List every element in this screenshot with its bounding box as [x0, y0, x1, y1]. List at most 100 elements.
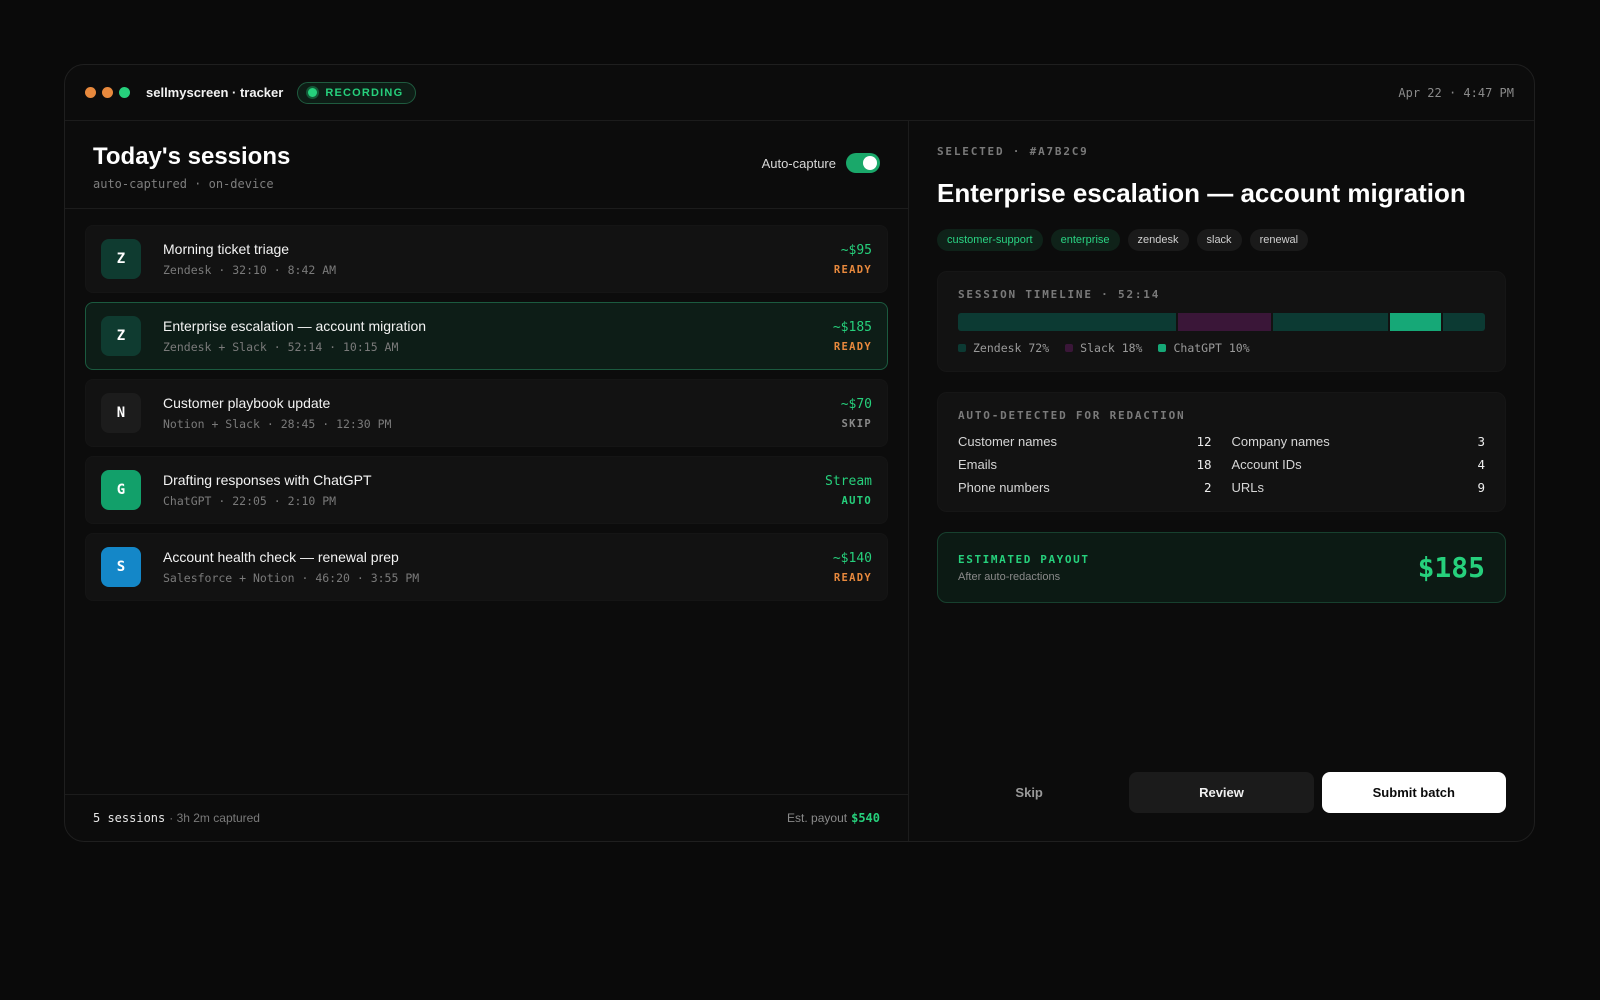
- session-title: Enterprise escalation — account migratio…: [163, 318, 427, 334]
- page-subtitle: auto-captured · on-device: [93, 177, 274, 191]
- redaction-count: 18: [1196, 457, 1212, 472]
- toggle-knob: [863, 156, 877, 170]
- session-info: Account health check — renewal prep Sales…: [163, 549, 833, 585]
- session-row[interactable]: S Account health check — renewal prep Sale…: [85, 533, 888, 601]
- session-meta: Notion + Slack · 28:45 · 12:30 PM: [163, 417, 392, 431]
- window-controls: [85, 87, 130, 98]
- session-row[interactable]: Z Enterprise escalation — account migrati…: [85, 302, 888, 370]
- session-row[interactable]: G Drafting responses with ChatGPT ChatGPT …: [85, 456, 888, 524]
- legend-label: Zendesk 72%: [973, 341, 1050, 355]
- session-status: SKIP: [841, 417, 872, 430]
- skip-button[interactable]: Skip: [937, 772, 1121, 813]
- detail-panel: SELECTED · #A7B2C9 Enterprise escalation…: [909, 121, 1534, 841]
- close-dot-icon[interactable]: [85, 87, 96, 98]
- timeline-segment-zendesk: [958, 313, 1176, 331]
- app-icon: G: [101, 470, 141, 510]
- timeline-segment-zendesk: [1273, 313, 1388, 331]
- tag-chip[interactable]: slack: [1196, 229, 1242, 251]
- legend-swatch-icon: [1158, 344, 1167, 352]
- session-meta: ChatGPT · 22:05 · 2:10 PM: [163, 494, 337, 508]
- session-value: ~$70 SKIP: [841, 397, 872, 430]
- redaction-count: 3: [1477, 434, 1485, 449]
- session-value: Stream AUTO: [825, 474, 872, 507]
- selected-id: SELECTED · #A7B2C9: [937, 145, 1089, 158]
- session-meta: Zendesk · 32:10 · 8:42 AM: [163, 263, 337, 277]
- legend-item: Slack 18%: [1065, 341, 1142, 355]
- estimated-payout-card: ESTIMATED PAYOUT After auto-redactions $…: [937, 532, 1506, 603]
- tag-list: customer-support enterprise zendesk slack re…: [937, 229, 1506, 251]
- sessions-panel: Today's sessions auto-captured · on-devi…: [65, 121, 909, 841]
- redaction-row: Company names 3: [1232, 434, 1486, 449]
- session-amount: ~$95: [840, 242, 872, 258]
- session-title: Customer playbook update: [163, 395, 331, 411]
- sessions-footer: 5 sessions · 3h 2m captured Est. payout …: [65, 794, 908, 841]
- app-window: sellmyscreen · tracker RECORDING Apr 22 …: [64, 64, 1535, 842]
- minimize-dot-icon[interactable]: [102, 87, 113, 98]
- redaction-row: Account IDs 4: [1232, 457, 1486, 472]
- app-icon: Z: [101, 239, 141, 279]
- redaction-row: Emails 18: [958, 457, 1212, 472]
- session-title: Drafting responses with ChatGPT: [163, 472, 372, 488]
- session-status: READY: [833, 340, 872, 353]
- session-meta: Zendesk + Slack · 52:14 · 10:15 AM: [163, 340, 399, 354]
- action-bar: Skip Review Submit batch: [937, 772, 1506, 813]
- payout-label: ESTIMATED PAYOUT: [958, 552, 1090, 566]
- session-info: Customer playbook update Notion + Slack ·…: [163, 395, 841, 431]
- review-button[interactable]: Review: [1129, 772, 1314, 813]
- auto-capture-control: Auto-capture: [762, 153, 880, 173]
- session-meta: Salesforce + Notion · 46:20 · 3:55 PM: [163, 571, 420, 585]
- session-amount: Stream: [825, 473, 872, 489]
- redaction-row: Phone numbers 2: [958, 480, 1212, 495]
- session-status: READY: [833, 263, 872, 276]
- detail-title: Enterprise escalation — account migratio…: [937, 178, 1466, 208]
- redaction-row: URLs 9: [1232, 480, 1486, 495]
- session-count: 5 sessions: [93, 811, 166, 825]
- submit-batch-button[interactable]: Submit batch: [1321, 772, 1506, 813]
- legend-label: Slack 18%: [1080, 341, 1143, 355]
- redaction-count: 9: [1477, 480, 1485, 495]
- recording-label: RECORDING: [325, 86, 404, 99]
- session-row[interactable]: N Customer playbook update Notion + Slack …: [85, 379, 888, 447]
- redaction-count: 4: [1477, 457, 1485, 472]
- recording-badge[interactable]: RECORDING: [297, 81, 417, 104]
- app-icon: S: [101, 547, 141, 587]
- legend-swatch-icon: [958, 344, 966, 352]
- session-title: Account health check — renewal prep: [163, 549, 399, 565]
- app-icon: N: [101, 393, 141, 433]
- session-value: ~$185 READY: [833, 320, 872, 353]
- redaction-card: AUTO-DETECTED FOR REDACTION Customer nam…: [937, 392, 1506, 512]
- tag-chip[interactable]: zendesk: [1127, 229, 1189, 251]
- title-bar: sellmyscreen · tracker RECORDING Apr 22 …: [65, 65, 1534, 121]
- session-amount: ~$70: [840, 396, 872, 412]
- auto-capture-toggle[interactable]: [846, 153, 880, 173]
- redaction-count: 2: [1203, 480, 1212, 495]
- sessions-header: Today's sessions auto-captured · on-devi…: [65, 121, 908, 209]
- payout-subtext: After auto-redactions: [958, 570, 1061, 583]
- session-value: ~$95 READY: [834, 243, 872, 276]
- tag-chip[interactable]: renewal: [1249, 229, 1309, 251]
- session-status: AUTO: [841, 494, 872, 507]
- clock: Apr 22 · 4:47 PM: [1398, 85, 1514, 100]
- legend-swatch-icon: [1065, 344, 1074, 352]
- tag-chip[interactable]: customer-support: [937, 229, 1043, 251]
- session-row[interactable]: Z Morning ticket triage Zendesk · 32:10 · …: [85, 225, 888, 293]
- tag-chip[interactable]: enterprise: [1050, 229, 1120, 251]
- timeline-bar: [958, 313, 1485, 331]
- redaction-count: 12: [1196, 434, 1212, 449]
- session-value: ~$140 READY: [833, 551, 872, 584]
- redaction-name: URLs: [1231, 480, 1265, 495]
- session-timeline-card: SESSION TIMELINE · 52:14 Zendesk 72% Slac…: [937, 271, 1506, 372]
- session-info: Enterprise escalation — account migratio…: [163, 318, 833, 354]
- payout-amount: $185: [1417, 551, 1485, 584]
- redaction-name: Customer names: [958, 434, 1057, 449]
- redaction-row: Customer names 12: [958, 434, 1212, 449]
- timeline-label: SESSION TIMELINE · 52:14: [958, 288, 1161, 301]
- session-info: Drafting responses with ChatGPT ChatGPT ·…: [163, 472, 825, 508]
- redaction-name: Company names: [1231, 434, 1330, 449]
- redaction-grid: Customer names 12 Company names 3 Emails 18 Ac…: [958, 434, 1485, 495]
- legend-item: ChatGPT 10%: [1158, 341, 1250, 355]
- timeline-segment-slack: [1177, 313, 1272, 331]
- maximize-dot-icon[interactable]: [119, 87, 130, 98]
- redaction-name: Phone numbers: [958, 480, 1050, 495]
- timeline-legend: Zendesk 72% Slack 18% ChatGPT 10%: [958, 341, 1485, 355]
